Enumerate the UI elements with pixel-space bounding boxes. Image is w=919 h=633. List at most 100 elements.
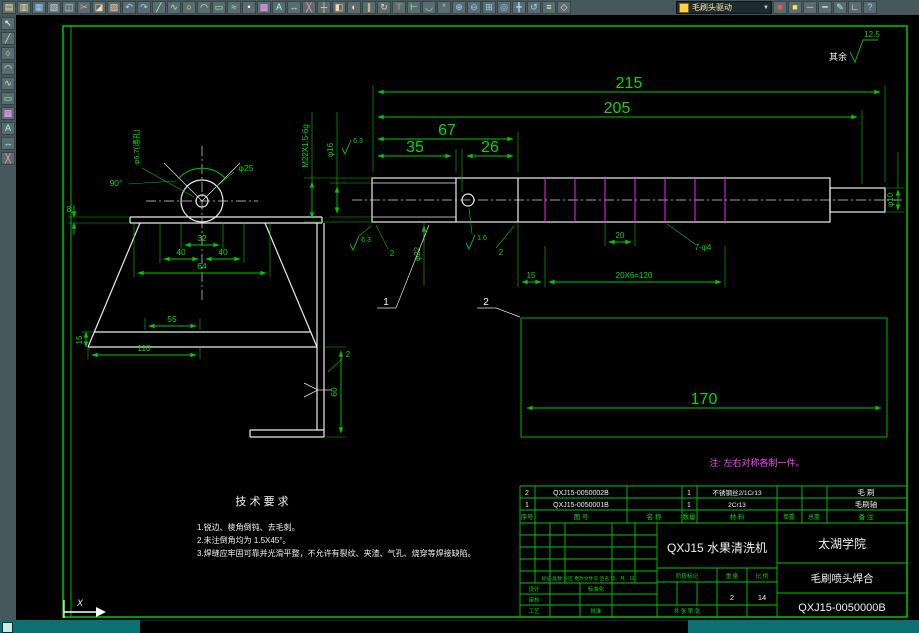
help-icon[interactable]: ? [863,1,877,14]
bom-header-qty: 数量 [683,512,697,521]
label-audit: 审核 [528,596,540,604]
drawing-name-combo[interactable]: 毛刷头驱动 ▼ [676,1,772,14]
bom-no: 2 [525,490,529,497]
drawing-number: QXJ15-0050000B [798,602,885,614]
bom-qty: 1 [687,490,691,497]
roughness-value: 12.5 [864,30,880,39]
ortho-mode-icon[interactable]: ∟ [848,1,862,14]
save-file-icon[interactable]: ▦ [32,1,46,14]
copy-object-icon[interactable]: ◧ [332,1,346,14]
layer-control-icon[interactable]: ■ [788,1,802,14]
select-icon[interactable]: ↖ [1,17,15,30]
bom-qty: 1 [687,502,691,509]
dim-55: 55 [167,314,177,324]
toolbar-right-icons: ■ ■ ─ ━ ✎ ∟? [773,1,877,14]
draw-point-icon[interactable]: • [242,1,256,14]
move-icon[interactable]: ┼ [317,1,331,14]
rectangle-tool-icon[interactable]: ▭ [1,92,15,105]
bom-no: 1 [525,502,529,509]
print-preview-icon[interactable]: ◫ [62,1,76,14]
erase-tool-icon[interactable]: ╳ [1,152,15,165]
erase-icon[interactable]: ╳ [302,1,316,14]
ucs-x-label: X [76,598,84,608]
taskbar-button[interactable] [2,622,13,633]
trim-icon[interactable]: ⊤ [392,1,406,14]
redo-icon[interactable]: ↷ [137,1,151,14]
dim-dia16: φ16 [326,142,335,157]
paste-icon[interactable]: ▨ [107,1,121,14]
revision-header: 标记 处数 分区 更改文件号 签名 年、月、日 [541,575,634,582]
copy-icon[interactable]: ◪ [92,1,106,14]
shaft-view [352,177,902,438]
drawing-canvas[interactable]: 12.5 其余 90° φ25 φ6.7(通孔) 8 32 40 40 64 1… [16,15,919,620]
linetype-control-icon[interactable]: ─ [803,1,817,14]
undo-icon[interactable]: ↶ [122,1,136,14]
draw-circle-icon[interactable]: ○ [182,1,196,14]
bom-header-total: 总重 [808,513,820,521]
draw-polyline-icon[interactable]: ∿ [167,1,181,14]
layer-manager-icon[interactable]: ≡ [542,1,556,14]
scale-value: 14 [758,593,766,602]
zoom-out-icon[interactable]: ⊖ [467,1,481,14]
bom-code: QXJ15-0050002B [553,490,609,497]
dim-hole-dia67: φ6.7(通孔) [131,129,141,165]
zoom-all-icon[interactable]: ◎ [497,1,511,14]
draw-line-icon[interactable]: ╱ [152,1,166,14]
match-properties-icon[interactable]: ✎ [833,1,847,14]
redraw-icon[interactable]: ↺ [527,1,541,14]
polyline-tool-icon[interactable]: ∿ [1,77,15,90]
dimension-tool-icon[interactable]: ↔ [1,137,15,150]
zoom-window-icon[interactable]: ⊞ [482,1,496,14]
draw-spline-icon[interactable]: ≈ [227,1,241,14]
tech-req-item-2: 2.未注倒角均为 1.5X45°。 [197,535,290,545]
shaft-dimensions: 215 205 67 35 26 M22X1.5-6g φ16 6.3 φ22 … [301,75,904,411]
cut-icon[interactable]: ✂ [77,1,91,14]
object-snap-icon[interactable]: ◇ [557,1,571,14]
lineweight-control-icon[interactable]: ━ [818,1,832,14]
ucs-icon: X [63,598,106,618]
bom-code: QXJ15-0050001B [553,502,609,509]
weight-value: 2 [730,593,734,602]
chamfer-2-a: 2 [390,249,395,258]
surface-roughness-note: 12.5 其余 [829,30,880,64]
hatch-tool-icon[interactable]: ▩ [1,107,15,120]
dim-dia10: φ10 [886,192,895,207]
text-tool-icon[interactable]: A [272,1,286,14]
command-window[interactable] [140,620,688,633]
roughness-63-a: 6.3 [353,138,363,145]
text-tool-icon[interactable]: A [1,122,15,135]
dimension-linear-icon[interactable]: ↔ [287,1,301,14]
line-tool-icon[interactable]: ╱ [1,32,15,45]
explode-icon[interactable]: * [437,1,451,14]
fillet-icon[interactable]: ◡ [422,1,436,14]
hatch-icon[interactable]: ▩ [257,1,271,14]
drawing-note: 注: 左右对称各制一件。 [709,457,804,468]
draw-arc-icon[interactable]: ◠ [197,1,211,14]
color-control-icon[interactable]: ■ [773,1,787,14]
label-weight: 重 量 [726,572,739,580]
draw-rectangle-icon[interactable]: ▭ [212,1,226,14]
bom-header-unit: 单重 [783,513,795,521]
offset-icon[interactable]: ∥ [362,1,376,14]
rotate-icon[interactable]: ↻ [377,1,391,14]
dim-35: 35 [406,139,424,156]
bom-header-no: 序号 [521,512,535,521]
tech-req-item-3: 3.焊缝应牢固可靠并光滑平整，不允许有裂纹、夹渣、气孔、烧穿等焊接缺陷。 [197,548,476,558]
arc-tool-icon[interactable]: ◠ [1,62,15,75]
dim-40-right: 40 [218,247,228,257]
pan-icon[interactable]: ╋ [512,1,526,14]
chevron-down-icon[interactable]: ▼ [763,5,769,11]
bom-row-2: 1 QXJ15-0050001B 1 2Cr13 毛刷轴 [525,499,877,509]
circle-tool-icon[interactable]: ○ [1,47,15,60]
new-file-icon[interactable]: ▤ [2,1,16,14]
dim-170: 170 [691,391,718,408]
open-file-icon[interactable]: ▥ [17,1,31,14]
roughness-label: 其余 [829,51,847,62]
plot-icon[interactable]: ▧ [47,1,61,14]
zoom-in-icon[interactable]: ⊕ [452,1,466,14]
mirror-icon[interactable]: ◐ [347,1,361,14]
part-balloons: 1 2 [377,224,521,318]
bom-part: 毛刷轴 [855,499,878,509]
dim-205: 205 [604,100,631,117]
extend-icon[interactable]: ⊢ [407,1,421,14]
